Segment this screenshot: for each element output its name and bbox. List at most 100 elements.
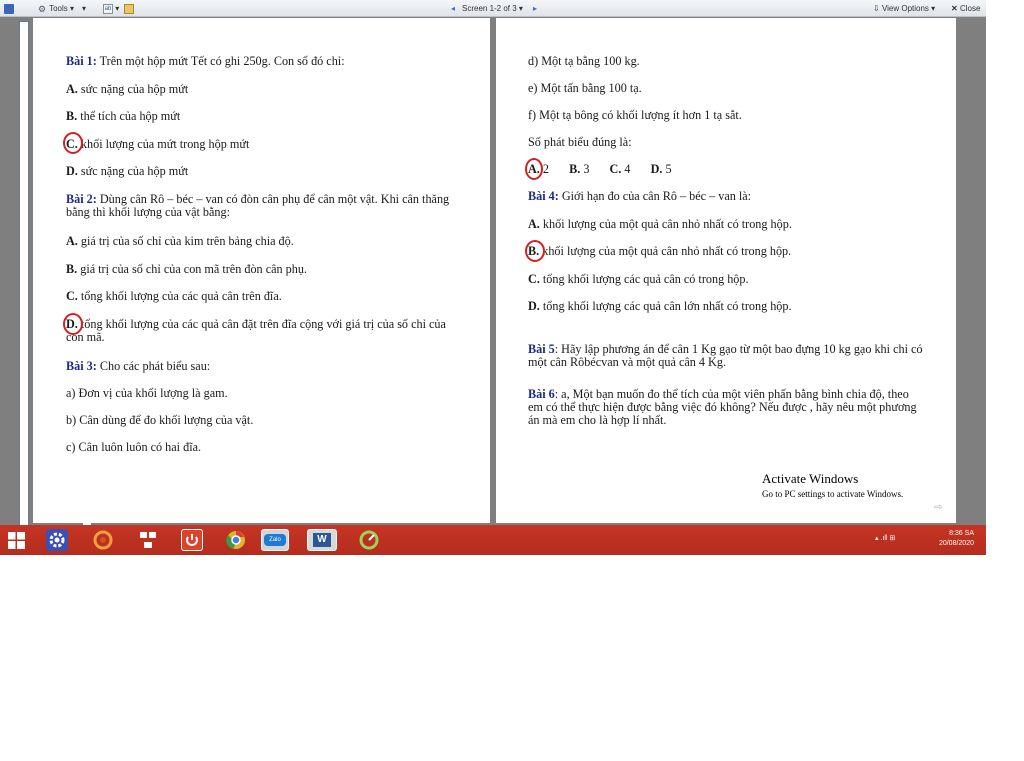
coccoc-browser-taskbar-icon[interactable] — [92, 529, 114, 551]
document-page-left: Bài 1: Trên một hộp mứt Tết có ghi 250g.… — [33, 18, 490, 523]
question-5: Bài 5: Hãy lập phương án để cân 1 Kg gạo… — [528, 343, 923, 369]
clock-date: 20/08/2020 — [938, 540, 974, 547]
q3-option-c-value: 4 — [624, 162, 631, 176]
view-options-button[interactable]: ⇩ View Options ▾ — [873, 3, 935, 14]
close-button[interactable]: ✕ Close — [951, 3, 980, 14]
question-1: Bài 1: Trên một hộp mứt Tết có ghi 250g.… — [66, 55, 345, 68]
q2-option-a-letter: A. — [66, 234, 78, 248]
save-icon[interactable] — [4, 3, 14, 14]
app-taskbar-icon[interactable] — [358, 529, 380, 551]
q3-count-question: Số phát biểu đúng là: — [528, 135, 632, 149]
question-5-label: Bài 5 — [528, 342, 555, 356]
page-forward-icon[interactable]: ⇨ — [934, 502, 942, 513]
word-taskbar-icon[interactable]: W — [307, 529, 337, 551]
screen-indicator[interactable]: Screen 1-2 of 3 ▾ — [462, 3, 523, 14]
question-1-label: Bài 1: — [66, 54, 97, 68]
chrome-taskbar-icon[interactable] — [225, 529, 247, 551]
q2-option-a: A. giá trị của số chỉ của kim trên bảng … — [66, 235, 294, 248]
power-icon — [186, 534, 198, 546]
tools-menu[interactable]: ⚙ Tools ▾ — [37, 3, 74, 14]
answer-circle-q2 — [63, 313, 83, 335]
question-6: Bài 6: a, Một bạn muốn đo thể tích của m… — [528, 388, 923, 427]
arrow-right-icon: ▸ — [533, 4, 538, 13]
q1-option-d-text: sức nặng của hộp mứt — [80, 164, 189, 178]
tools-menu-label: Tools — [49, 4, 68, 13]
q4-option-c-letter: C. — [528, 272, 540, 286]
clock-time: 8:36 SA — [949, 530, 974, 537]
spelling-icon[interactable]: ab ▾ — [103, 3, 119, 14]
highlight-icon[interactable] — [124, 3, 134, 14]
q4-option-d-letter: D. — [528, 299, 540, 313]
answer-circle-q1 — [63, 132, 83, 154]
question-5-text: : Hãy lập phương án để cân 1 Kg gạo từ m… — [528, 342, 923, 369]
next-screen-button[interactable]: ▸ — [533, 3, 537, 14]
view-options-label: View Options — [881, 4, 929, 13]
question-3-text: Cho các phát biểu sau: — [99, 359, 211, 373]
answer-circle-q3 — [525, 158, 543, 180]
q1-option-b-text: thể tích của hộp mứt — [80, 109, 181, 123]
translate-icon[interactable]: ▾ — [82, 3, 92, 526]
q3-statement-a: a) Đơn vị của khối lượng là gam. — [66, 386, 228, 400]
close-label: Close — [959, 4, 981, 13]
network-app-taskbar-icon[interactable] — [137, 529, 159, 551]
q3-statement-d: d) Một tạ bằng 100 kg. — [528, 54, 640, 68]
q4-option-b-text: khối lượng của một quả cân nhỏ nhất có t… — [542, 244, 792, 258]
q1-option-c-text: khối lượng của mứt trong hộp mứt — [80, 137, 250, 151]
previous-screen-button[interactable]: ◂ — [451, 3, 455, 14]
question-3-label: Bài 3: — [66, 359, 97, 373]
close-icon: ✕ — [951, 4, 958, 13]
system-tray-icons[interactable]: ▴ .ıll ⊞ — [875, 534, 895, 542]
q4-option-a-letter: A. — [528, 217, 540, 231]
q4-option-c: C. tổng khối lượng các quả cân có trong … — [528, 273, 749, 286]
q3-option-b-letter: B. — [569, 162, 581, 176]
q1-option-d-letter: D. — [66, 164, 78, 178]
start-button[interactable] — [8, 532, 25, 549]
question-4-label: Bài 4: — [528, 189, 559, 203]
q2-option-d: D. tổng khối lượng của các quả cân đặt t… — [66, 318, 461, 344]
settings-taskbar-icon[interactable] — [46, 529, 68, 551]
clock[interactable]: 8:36 SA 20/08/2020 — [939, 529, 974, 551]
question-4-text: Giới hạn đo của cân Rô – béc – van là: — [561, 189, 752, 203]
zalo-taskbar-icon[interactable]: Zalo — [261, 529, 289, 551]
reading-toolbar: ⚙ Tools ▾ ▾ ab ▾ ◂ Screen 1-2 of 3 ▾ ▸ ⇩… — [0, 0, 986, 526]
q4-option-c-text: tổng khối lượng các quả cân có trong hộp… — [542, 272, 749, 286]
q4-option-d-text: tổng khối lượng các quả cân lớn nhất có … — [542, 299, 792, 313]
question-6-text: : a, Một bạn muốn đo thể tích của một vi… — [528, 387, 917, 427]
gauge-icon — [359, 530, 379, 550]
browser-swirl-icon — [93, 530, 113, 550]
shutdown-app-taskbar-icon[interactable] — [181, 529, 203, 551]
q2-option-a-text: giá trị của số chỉ của kim trên bảng chi… — [80, 234, 294, 248]
arrow-left-icon: ◂ — [451, 4, 456, 13]
q2-option-c-text: tổng khối lượng của các quả cân trên đĩa… — [80, 289, 282, 303]
q4-option-a: A. khối lượng của một quả cân nhỏ nhất c… — [528, 218, 792, 231]
q4-option-a-text: khối lượng của một quả cân nhỏ nhất có t… — [542, 217, 792, 231]
windows-taskbar: Zalo W ▴ .ıll ⊞ 8:36 SA 20/08/2020 — [0, 525, 986, 555]
q3-option-d-value: 5 — [665, 162, 672, 176]
q2-option-c: C. tổng khối lượng của các quả cân trên … — [66, 290, 282, 303]
q1-option-b: B. thể tích của hộp mứt — [66, 110, 180, 123]
q4-option-d: D. tổng khối lượng các quả cân lớn nhất … — [528, 300, 792, 313]
q2-option-b: B. giá trị của số chỉ của con mã trên đò… — [66, 263, 307, 276]
q1-option-a: A. sức nặng của hộp mứt — [66, 83, 188, 96]
activate-windows-title: Activate Windows — [762, 471, 859, 486]
question-4: Bài 4: Giới hạn đo của cân Rô – béc – va… — [528, 190, 751, 203]
zalo-label: Zalo — [264, 534, 286, 546]
q1-option-c: C. khối lượng của mứt trong hộp mứt — [66, 138, 249, 151]
q2-option-d-text: tổng khối lượng của các quả cân đặt trên… — [66, 317, 446, 344]
q3-statement-e: e) Một tấn bằng 100 tạ. — [528, 81, 642, 95]
q2-option-b-letter: B. — [66, 262, 78, 276]
reading-view-screenshot: ⚙ Tools ▾ ▾ ab ▾ ◂ Screen 1-2 of 3 ▾ ▸ ⇩… — [0, 0, 986, 555]
q1-option-a-letter: A. — [66, 82, 78, 96]
q2-option-c-letter: C. — [66, 289, 78, 303]
q1-option-d: D. sức nặng của hộp mứt — [66, 165, 188, 178]
view-options-icon: ⇩ — [873, 4, 880, 13]
q1-option-a-text: sức nặng của hộp mứt — [80, 82, 189, 96]
q3-option-c-letter: C. — [609, 162, 622, 176]
document-page-right: d) Một tạ bằng 100 kg. e) Một tấn bằng 1… — [496, 18, 956, 523]
network-icon — [140, 532, 156, 548]
activate-windows-subtitle: Go to PC settings to activate Windows. — [762, 489, 904, 499]
q3-statement-b: b) Cân dùng để đo khối lượng của vật. — [66, 413, 254, 427]
question-2-text: Dùng cân Rô – béc – van có đòn cân phụ đ… — [66, 192, 450, 219]
question-3: Bài 3: Cho các phát biểu sau: — [66, 360, 210, 373]
q3-statement-f: f) Một tạ bông có khối lượng ít hơn 1 tạ… — [528, 108, 742, 122]
